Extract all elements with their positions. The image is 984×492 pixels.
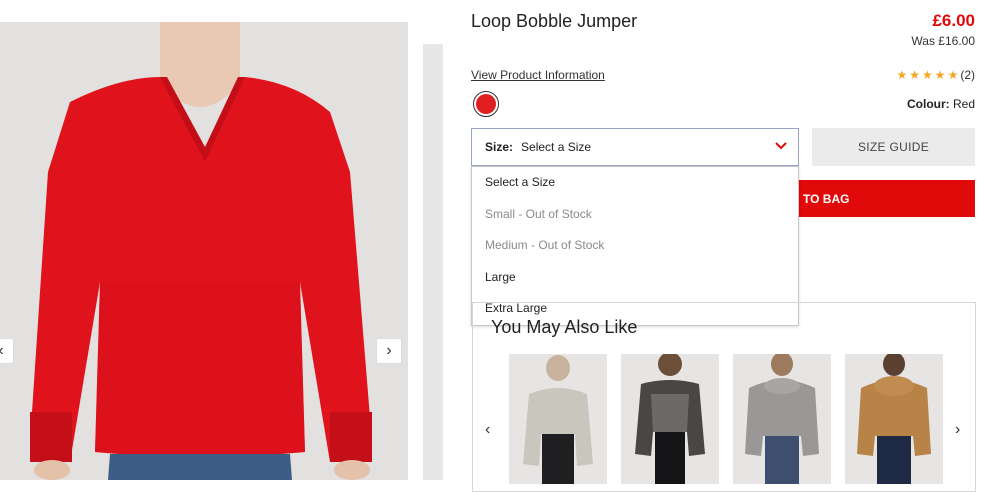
recommended-product[interactable] (621, 354, 719, 484)
chevron-left-icon[interactable]: ‹ (485, 421, 490, 439)
recommended-product-image (733, 354, 831, 484)
gallery-prev-button[interactable]: ‹ (0, 338, 14, 364)
star-icon: ★ (934, 68, 946, 82)
rating[interactable]: ★ ★ ★ ★ ★ (2) (897, 68, 976, 82)
recommended-product[interactable] (509, 354, 607, 484)
selected-colour: Colour: Red (907, 97, 975, 111)
size-option-large[interactable]: Large (472, 262, 798, 294)
size-value: Select a Size (521, 140, 592, 154)
recommendations-title: You May Also Like (491, 317, 638, 337)
star-icon: ★ (947, 68, 959, 82)
product-image: ‹ › (0, 22, 408, 480)
star-icon: ★ (909, 68, 921, 82)
size-guide-button[interactable]: SIZE GUIDE (812, 128, 975, 166)
product-price: £6.00 (932, 11, 975, 30)
colour-swatch-red[interactable] (473, 91, 499, 117)
recommended-product[interactable] (845, 354, 943, 484)
colour-label: Colour: (906, 97, 950, 111)
chevron-right-icon[interactable]: › (955, 421, 960, 439)
recommended-product-image (845, 354, 943, 484)
was-price: Was £16.00 (911, 34, 975, 48)
chevron-right-icon: › (386, 342, 392, 359)
size-label: Size: (485, 140, 514, 154)
colour-value: Red (952, 97, 975, 111)
star-icon: ★ (922, 68, 933, 82)
gallery-next-button[interactable]: › (376, 338, 402, 364)
size-select[interactable]: Size: Select a Size (471, 128, 799, 166)
view-product-information-link[interactable]: View Product Information (471, 68, 605, 82)
rating-count: (2) (960, 68, 975, 82)
size-option-medium[interactable]: Medium - Out of Stock (472, 230, 798, 262)
recommendations-panel: You May Also Like ‹ › (472, 302, 976, 492)
size-option-small[interactable]: Small - Out of Stock (472, 199, 798, 231)
recommended-product[interactable] (733, 354, 831, 484)
chevron-left-icon: ‹ (0, 342, 4, 360)
recommended-product-image (621, 354, 719, 484)
star-icon: ★ (896, 68, 908, 82)
size-option-select[interactable]: Select a Size (472, 167, 798, 199)
add-to-bag-label: TO BAG (803, 191, 850, 206)
product-photo (0, 22, 408, 480)
product-title: Loop Bobble Jumper (471, 11, 638, 31)
swatch-color (476, 94, 496, 114)
next-image-preview (423, 44, 443, 480)
recommended-product-image (509, 354, 607, 484)
chevron-down-icon (775, 142, 787, 150)
